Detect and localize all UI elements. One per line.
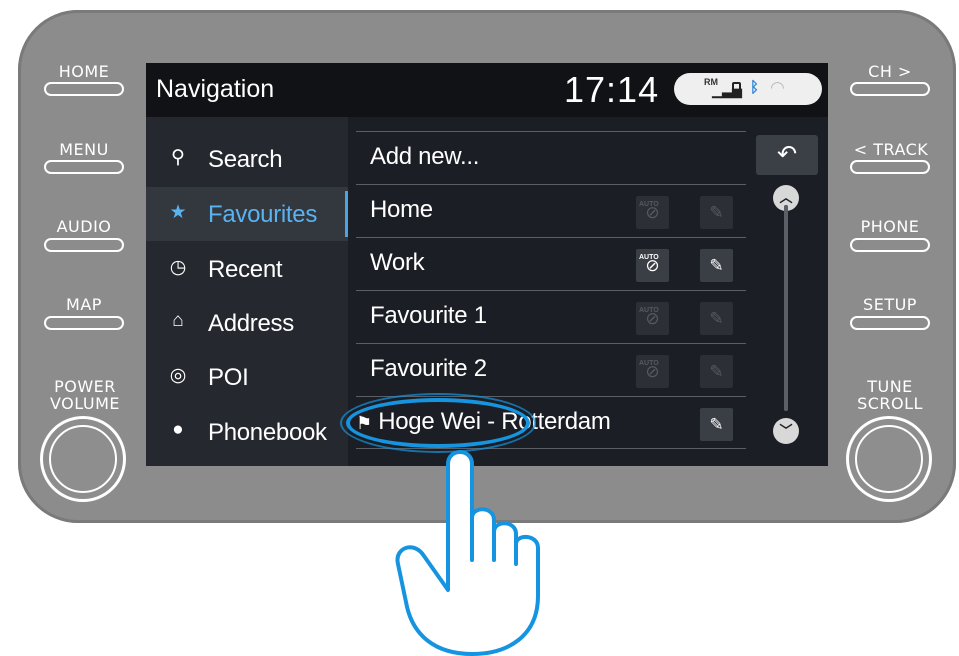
edit-button[interactable]: ✎ [700,302,733,335]
auto-toggle-button[interactable]: AUTO ⊘ [636,302,669,335]
pencil-icon: ✎ [709,415,724,434]
pencil-icon: ✎ [709,309,724,328]
sidebar-item-poi[interactable]: ◎ POI [146,350,348,404]
chevron-down-icon: ﹀ [779,423,793,438]
setup-button[interactable] [850,316,930,330]
status-pill: RM ▁▃▅ ᛒ ◠ [674,73,822,105]
edit-button[interactable]: ✎ [700,196,733,229]
auto-toggle-button[interactable]: AUTO ⊘ [636,249,669,282]
menu-button[interactable] [44,160,124,174]
sidebar-item-search[interactable]: ⚲ Search [146,132,348,186]
audio-button-label: AUDIO [56,217,112,236]
back-button[interactable]: ↶ [756,135,818,175]
sidebar-item-label: POI [208,364,249,391]
home-button-label: HOME [58,62,110,81]
auto-toggle-button[interactable]: AUTO ⊘ [636,355,669,388]
power-volume-knob[interactable] [40,416,126,502]
edit-button[interactable]: ✎ [700,408,733,441]
track-button[interactable] [850,160,930,174]
sidebar-item-label: Recent [208,256,283,283]
title-bar: Navigation 17:14 RM ▁▃▅ ᛒ ◠ [146,63,828,117]
edit-button[interactable]: ✎ [700,249,733,282]
sidebar-item-phonebook[interactable]: ● Phonebook [146,405,348,459]
phone-button-label: PHONE [860,217,920,236]
add-new-row[interactable]: Add new... [356,131,746,184]
pin-icon: ◎ [169,365,187,386]
address-icon: ⌂ [172,310,184,331]
favourite-name: Favourite 1 [370,302,487,329]
favourite-name: Favourite 2 [370,355,487,382]
wifi-icon: ◠ [770,78,785,97]
setup-button-label: SETUP [863,295,917,314]
auto-route-icon: ⊘ [645,362,660,381]
clock: 17:14 [564,69,660,110]
list-item[interactable]: Home AUTO ⊘ ✎ [356,184,746,237]
sidebar-item-label: Phonebook [208,419,327,446]
list-item[interactable]: Work AUTO ⊘ ✎ [356,237,746,290]
pencil-icon: ✎ [709,256,724,275]
auto-route-icon: ⊘ [645,256,660,275]
favourite-name: Home [370,196,433,223]
chevron-up-icon: ︿ [779,190,793,205]
pencil-icon: ✎ [709,362,724,381]
battery-icon [732,82,741,96]
sidebar-item-label: Address [208,310,294,337]
tune-scroll-label: TUNE SCROLL [857,377,923,413]
page-title: Navigation [156,75,275,103]
bluetooth-icon: ᛒ [750,79,760,96]
pencil-icon: ✎ [709,203,724,222]
favourite-name: Work [370,249,425,276]
pointing-hand-icon [395,450,540,656]
power-volume-label: POWER VOLUME [50,377,120,413]
home-button[interactable] [44,82,124,96]
phone-button[interactable] [850,238,930,252]
star-icon: ★ [169,202,187,223]
map-button[interactable] [44,316,124,330]
clock-icon: ◷ [169,257,187,278]
scroll-down-button[interactable]: ﹀ [773,418,799,444]
audio-button[interactable] [44,238,124,252]
auto-toggle-button[interactable]: AUTO ⊘ [636,196,669,229]
sidebar-item-favourites[interactable]: ★ Favourites [146,187,348,241]
tune-scroll-knob[interactable] [846,416,932,502]
person-icon: ● [172,419,184,440]
scrollbar-thumb[interactable] [784,205,788,411]
list-item[interactable]: Favourite 2 AUTO ⊘ ✎ [356,343,746,396]
auto-route-icon: ⊘ [645,309,660,328]
sidebar-item-address[interactable]: ⌂ Address [146,296,348,350]
sidebar: ⚲ Search ★ Favourites ◷ Recent ⌂ Address… [146,117,348,466]
list-item[interactable]: Favourite 1 AUTO ⊘ ✎ [356,290,746,343]
menu-button-label: MENU [59,140,109,159]
edit-button[interactable]: ✎ [700,355,733,388]
auto-route-icon: ⊘ [645,203,660,222]
ch-button-label: CH > [868,62,912,81]
back-arrow-icon: ↶ [776,141,798,168]
search-icon: ⚲ [171,147,185,168]
sidebar-item-label: Search [208,146,283,173]
track-button-label: < TRACK [853,140,929,159]
ch-button[interactable] [850,82,930,96]
scrollbar[interactable] [784,205,788,411]
sidebar-item-recent[interactable]: ◷ Recent [146,242,348,296]
add-new-label: Add new... [370,143,480,170]
sidebar-item-label: Favourites [208,201,318,228]
map-button-label: MAP [66,295,102,314]
